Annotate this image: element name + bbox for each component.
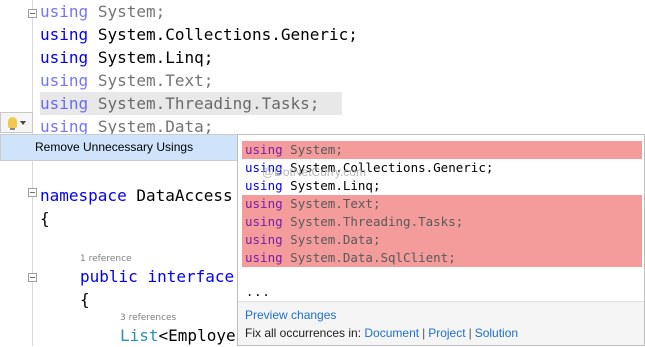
separator: |	[468, 326, 472, 340]
fold-toggle-interface[interactable]	[28, 273, 37, 282]
code-line-selected: using System.Threading.Tasks;	[40, 92, 342, 115]
quick-actions-menu: Remove Unnecessary Usings	[0, 134, 241, 161]
codelens-references[interactable]: 1 reference	[80, 254, 132, 264]
preview-changes-link[interactable]: Preview changes	[245, 308, 336, 322]
preview-line-removed: using System.Threading.Tasks;	[242, 213, 642, 231]
fold-toggle-namespace[interactable]	[28, 188, 37, 197]
preview-line-removed: using System.Text;	[242, 195, 642, 213]
code-line: using System.Collections.Generic;	[40, 25, 358, 44]
preview-code: using System; using System.Collections.G…	[242, 141, 642, 267]
code-line: {	[40, 209, 50, 228]
fix-all-label: Fix all occurrences in:	[245, 326, 362, 340]
preview-line-removed: using System.Data;	[242, 231, 642, 249]
fix-all-row: Fix all occurrences in: Document | Project…	[245, 326, 518, 340]
fix-solution-link[interactable]: Solution	[475, 326, 518, 340]
fix-document-link[interactable]: Document	[364, 326, 419, 340]
code-editor[interactable]: using System; using System.Collections.G…	[0, 0, 645, 346]
preview-line-removed: using System;	[242, 141, 642, 159]
code-line: List<Employe	[120, 326, 236, 345]
watermark: @DotNetCurry.com	[262, 165, 366, 179]
code-line: {	[80, 290, 90, 309]
code-line: using System.Text;	[40, 71, 214, 90]
fix-project-link[interactable]: Project	[428, 326, 465, 340]
preview-ellipsis: ...	[246, 285, 271, 299]
preview-pane: using System; using System.Collections.G…	[237, 134, 645, 346]
preview-line: using System.Linq;	[245, 178, 381, 193]
separator: |	[422, 326, 426, 340]
gutter	[32, 0, 33, 346]
preview-line-removed: using System.Data.SqlClient;	[242, 249, 642, 267]
code-line: using System;	[40, 2, 166, 21]
code-line: public interface	[80, 267, 235, 286]
remove-unnecessary-usings-item[interactable]: Remove Unnecessary Usings	[1, 135, 241, 160]
chevron-down-icon	[19, 120, 26, 125]
fold-toggle-usings[interactable]	[28, 9, 37, 18]
preview-footer: Preview changes Fix all occurrences in: …	[238, 302, 644, 345]
lightbulb-button[interactable]	[0, 112, 33, 133]
code-line: namespace DataAccess	[40, 186, 233, 205]
lightbulb-icon	[7, 117, 17, 130]
codelens-references[interactable]: 3 references	[120, 313, 176, 323]
code-line: using System.Linq;	[40, 48, 214, 67]
